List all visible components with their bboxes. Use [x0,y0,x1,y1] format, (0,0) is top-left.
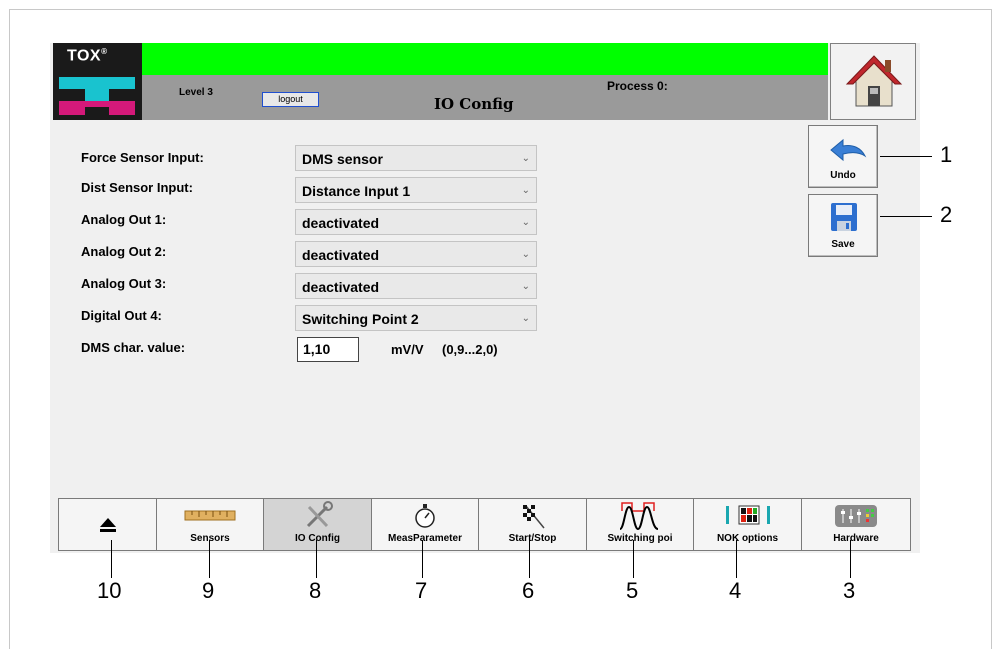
callout-7: 7 [415,578,428,603]
page-title: IO Config [434,95,514,113]
mixer-icon [835,505,877,527]
callout-line-7 [422,540,423,578]
callout-5: 5 [626,578,639,603]
chevron-down-icon: ⌄ [521,185,530,196]
callout-line-3 [850,540,851,578]
chevron-down-icon: ⌄ [521,249,530,260]
tools-icon [306,501,333,528]
bottom-tab-bar: Sensors IO Config MeasParameter Start/St… [58,498,911,551]
dist-sensor-label: Dist Sensor Input: [81,180,193,195]
tab-switching-points[interactable]: Switching poi [587,499,694,550]
digital-out-4-value: Switching Point 2 [302,311,419,327]
undo-arrow-icon [830,138,867,162]
home-button[interactable] [830,43,916,120]
analog-out-1-select[interactable]: deactivated ⌄ [295,209,537,235]
ruler-icon [184,510,236,521]
nok-grid-icon [725,505,770,525]
undo-button[interactable]: Undo [808,125,878,188]
user-level: Level 3 [179,87,213,98]
callout-9: 9 [202,578,215,603]
callout-line-1 [880,156,932,157]
analog-out-1-value: deactivated [302,215,380,231]
digital-out-4-label: Digital Out 4: [81,308,162,323]
force-sensor-value: DMS sensor [302,151,383,167]
save-label: Save [831,239,855,250]
force-sensor-label: Force Sensor Input: [81,150,204,165]
callout-10: 10 [97,578,122,603]
analog-out-2-value: deactivated [302,247,380,263]
dist-sensor-value: Distance Input 1 [302,183,411,199]
callout-4: 4 [729,578,742,603]
callout-1: 1 [940,142,953,167]
tab-sensors[interactable]: Sensors [157,499,264,550]
callout-line-9 [209,540,210,578]
chevron-down-icon: ⌄ [521,313,530,324]
tab-start-stop-label: Start/Stop [508,533,557,544]
home-icon [845,55,903,107]
callout-line-2 [880,216,932,217]
tab-switching-points-label: Switching poi [607,533,673,544]
tab-io-config-label: IO Config [295,533,340,544]
callout-line-6 [529,540,530,578]
tab-start-stop[interactable]: Start/Stop [479,499,587,550]
status-bar [142,43,828,75]
analog-out-3-value: deactivated [302,279,380,295]
eject-icon [99,518,116,532]
callout-line-5 [633,540,634,578]
floppy-disk-icon [831,203,857,231]
tab-meas-parameter[interactable]: MeasParameter [372,499,479,550]
callout-3: 3 [843,578,856,603]
analog-out-2-select[interactable]: deactivated ⌄ [295,241,537,267]
dms-unit: mV/V [391,342,424,357]
tab-eject[interactable] [59,499,157,550]
callout-2: 2 [940,202,953,227]
chevron-down-icon: ⌄ [521,281,530,292]
logo-mark-icon [59,77,135,115]
dms-char-input[interactable]: 1,10 [297,337,359,362]
checkered-flag-icon [522,505,545,529]
tab-nok-options-label: NOK options [716,533,779,544]
dms-char-label: DMS char. value: [81,340,186,355]
tab-nok-options[interactable]: NOK options [694,499,802,550]
tab-hardware-label: Hardware [833,533,879,544]
tab-hardware[interactable]: Hardware [802,499,910,550]
logout-button[interactable]: logout [262,92,319,107]
tab-meas-parameter-label: MeasParameter [388,533,462,544]
dist-sensor-select[interactable]: Distance Input 1 ⌄ [295,177,537,203]
chevron-down-icon: ⌄ [521,217,530,228]
analog-out-3-select[interactable]: deactivated ⌄ [295,273,537,299]
tab-io-config[interactable]: IO Config [264,499,372,550]
header-bar: Level 3 logout Process 0: IO Config [142,75,828,120]
callout-line-10 [111,540,112,578]
digital-out-4-select[interactable]: Switching Point 2 ⌄ [295,305,537,331]
save-button[interactable]: Save [808,194,878,257]
callout-6: 6 [522,578,535,603]
tab-sensors-label: Sensors [190,533,230,544]
tox-logo: TOX® [53,43,142,120]
process-label: Process 0: [607,79,668,93]
analog-out-2-label: Analog Out 2: [81,244,167,259]
force-sensor-select[interactable]: DMS sensor ⌄ [295,145,537,171]
analog-out-3-label: Analog Out 3: [81,276,167,291]
undo-label: Undo [830,170,856,181]
switching-wave-icon [619,502,659,531]
dms-range: (0,9...2,0) [442,342,498,357]
callout-line-8 [316,540,317,578]
stopwatch-icon [415,504,435,528]
chevron-down-icon: ⌄ [521,153,530,164]
analog-out-1-label: Analog Out 1: [81,212,167,227]
callout-line-4 [736,540,737,578]
callout-8: 8 [309,578,322,603]
io-config-screen: TOX® Level 3 logout Process 0: IO Config [50,43,920,553]
